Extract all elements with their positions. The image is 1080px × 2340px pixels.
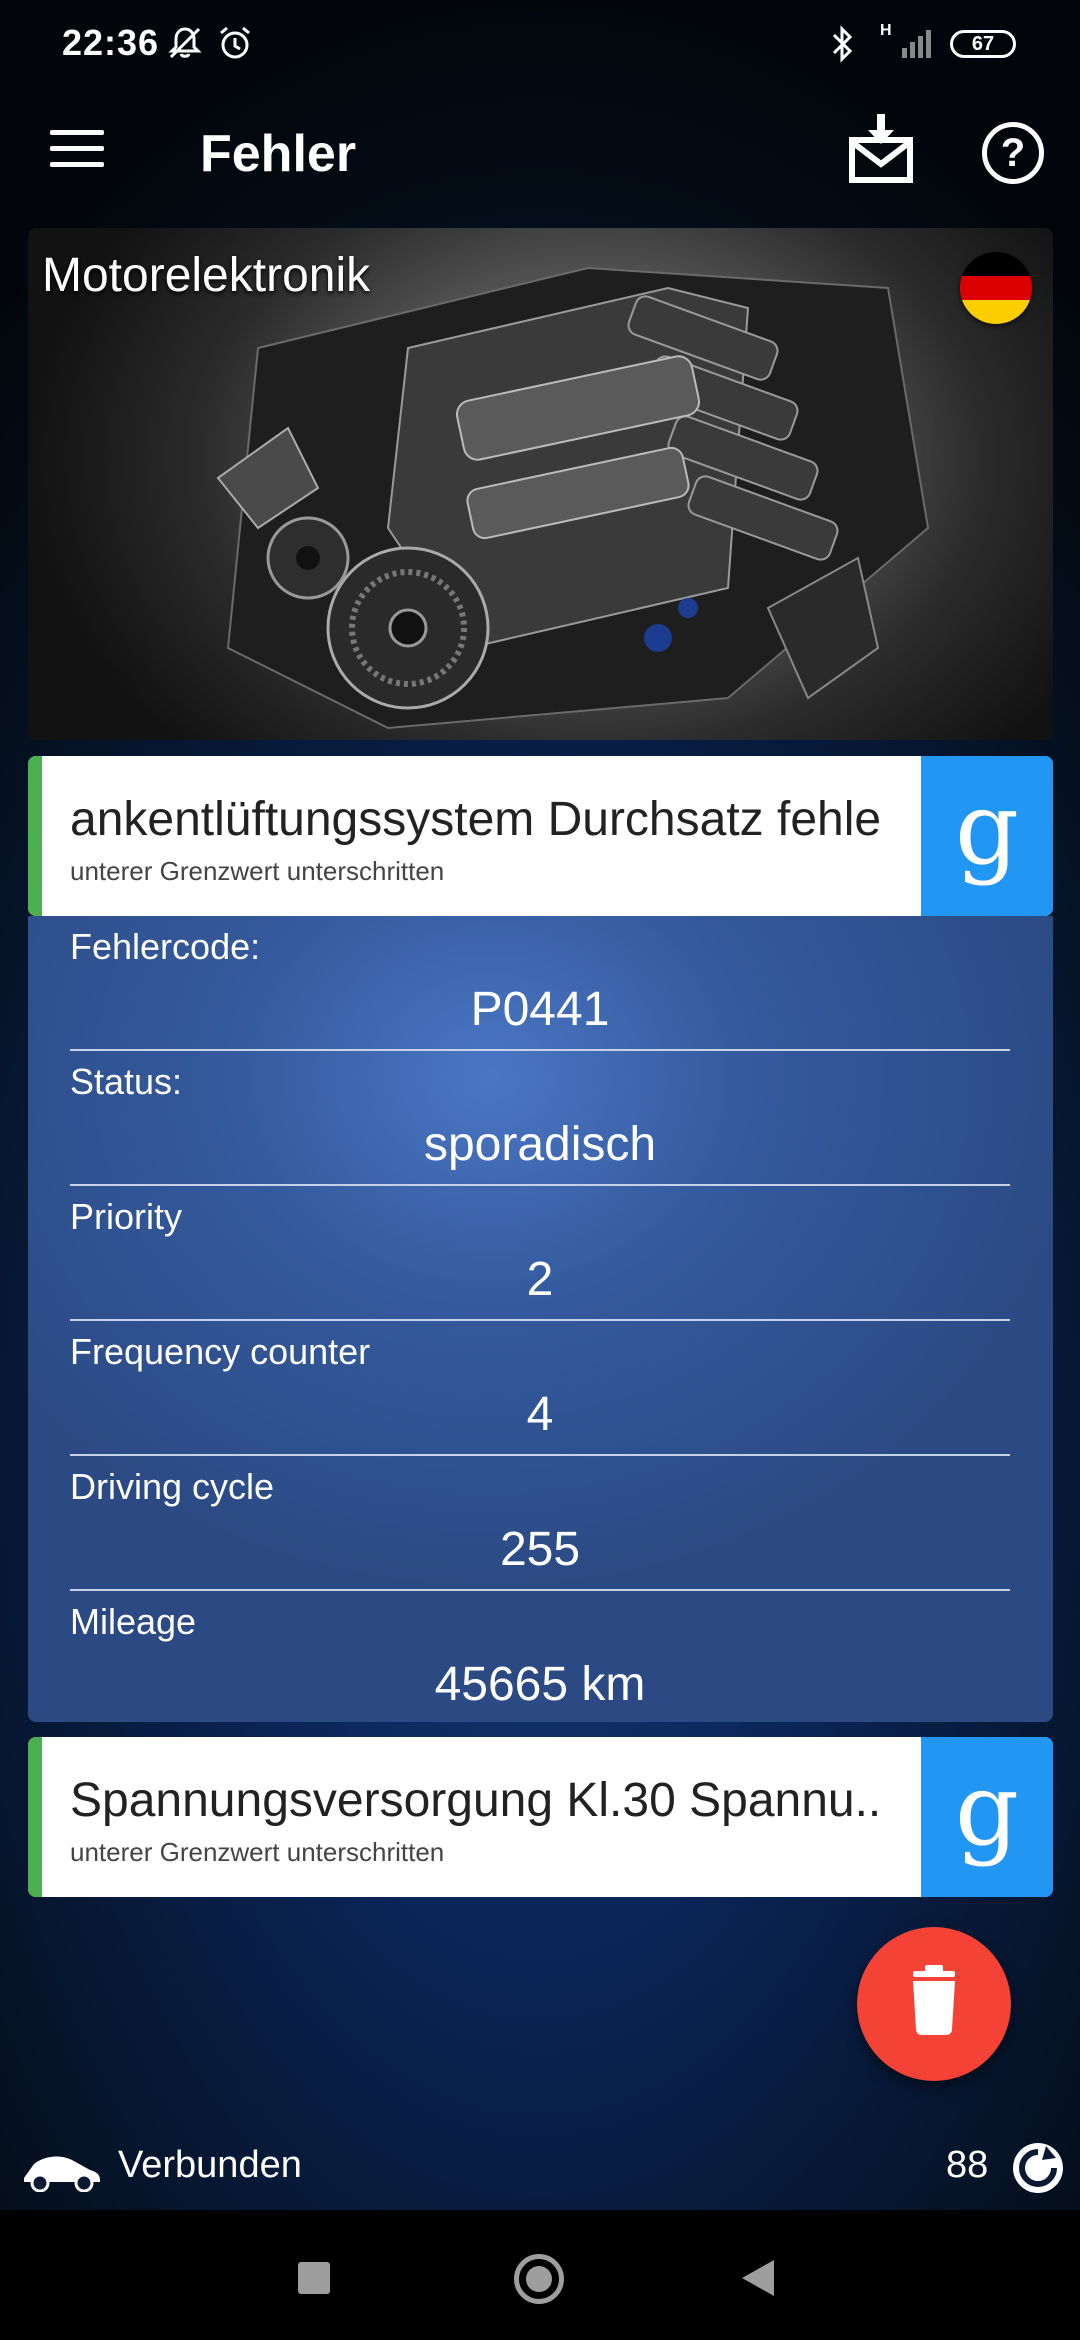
detail-row-driving-cycle: Driving cycle 255 [70, 1456, 1010, 1591]
google-search-button[interactable]: g [921, 756, 1053, 916]
fault-status-accent [28, 1737, 42, 1897]
car-icon [24, 2156, 100, 2192]
delete-faults-button[interactable] [857, 1927, 1011, 2081]
fault-title: ankentlüftungssystem Durchsatz fehle [70, 793, 882, 846]
detail-label: Driving cycle [70, 1466, 275, 1507]
detail-row-fault-code: Fehlercode: P0441 [70, 916, 1010, 1051]
detail-row-mileage: Mileage 45665 km [70, 1591, 1010, 1726]
back-button[interactable] [742, 2260, 774, 2296]
hamburger-menu-icon[interactable] [50, 130, 104, 174]
detail-value: sporadisch [423, 1118, 657, 1171]
google-icon: g [954, 770, 1019, 887]
refresh-icon[interactable] [1010, 2140, 1066, 2196]
detail-value: 4 [526, 1388, 554, 1441]
detail-row-priority: Priority 2 [70, 1186, 1010, 1321]
connection-status: Verbunden [118, 2144, 302, 2186]
trash-icon [913, 1965, 955, 2035]
app-bar: Fehler ? [0, 100, 1080, 210]
home-button[interactable] [514, 2254, 564, 2304]
fault-status-accent [28, 756, 42, 916]
help-icon[interactable]: ? [982, 122, 1044, 184]
detail-row-frequency-counter: Frequency counter 4 [70, 1321, 1010, 1456]
page-title: Fehler [200, 125, 357, 183]
fault-title: Spannungsversorgung Kl.30 Spannu.. [70, 1774, 882, 1827]
detail-value: P0441 [470, 983, 610, 1036]
detail-label: Frequency counter [70, 1331, 371, 1372]
google-icon: g [954, 1751, 1019, 1868]
module-name: Motorelektronik [42, 249, 371, 302]
recents-button[interactable] [298, 2262, 330, 2294]
inbox-download-icon[interactable] [848, 112, 914, 184]
detail-label: Mileage [70, 1601, 197, 1642]
fault-subtitle: unterer Grenzwert unterschritten [70, 856, 445, 886]
fault-subtitle: unterer Grenzwert unterschritten [70, 1837, 445, 1867]
detail-label: Status: [70, 1061, 183, 1102]
connection-count: 88 [946, 2144, 989, 2186]
engine-image [216, 266, 930, 730]
fault-card[interactable]: ankentlüftungssystem Durchsatz fehle unt… [28, 756, 1053, 916]
detail-value: 255 [499, 1523, 581, 1576]
google-search-button[interactable]: g [921, 1737, 1053, 1897]
module-hero-card: Motorelektronik [28, 228, 1053, 740]
germany-flag-icon[interactable] [960, 252, 1032, 324]
status-time: 22:36 [62, 22, 160, 63]
system-navigation-bar [0, 2210, 1080, 2340]
signal-icon [902, 30, 931, 58]
fault-card[interactable]: Spannungsversorgung Kl.30 Spannu.. unter… [28, 1737, 1053, 1897]
bluetooth-icon [832, 25, 853, 63]
detail-value: 2 [526, 1253, 554, 1306]
detail-row-status: Status: sporadisch [70, 1051, 1010, 1186]
alarm-icon [220, 26, 250, 59]
status-bar: 22:36 H 67 [0, 0, 1080, 90]
notifications-muted-icon [168, 27, 202, 59]
battery-indicator: 67 [950, 30, 1016, 58]
detail-label: Priority [70, 1196, 183, 1237]
fault-details-panel: Fehlercode: P0441 Status: sporadisch Pri… [28, 916, 1053, 1722]
connection-status-bar: Verbunden 88 [0, 2130, 1080, 2210]
detail-label: Fehlercode: [70, 926, 261, 967]
detail-value: 45665 km [434, 1658, 646, 1711]
